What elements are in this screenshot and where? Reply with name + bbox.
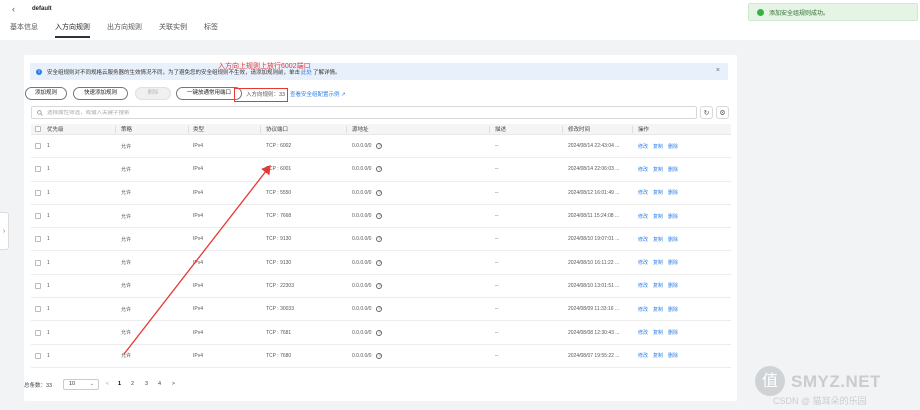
watermark-text: SMYZ.NET	[791, 372, 881, 391]
annotation-arrow	[123, 164, 271, 355]
watermark-subtext: CSDN @ 猫耳朵的乐园	[773, 396, 867, 406]
watermark: 值 SMYZ.NET CSDN @ 猫耳朵的乐园	[755, 366, 915, 406]
watermark-logo: 值	[755, 366, 785, 396]
